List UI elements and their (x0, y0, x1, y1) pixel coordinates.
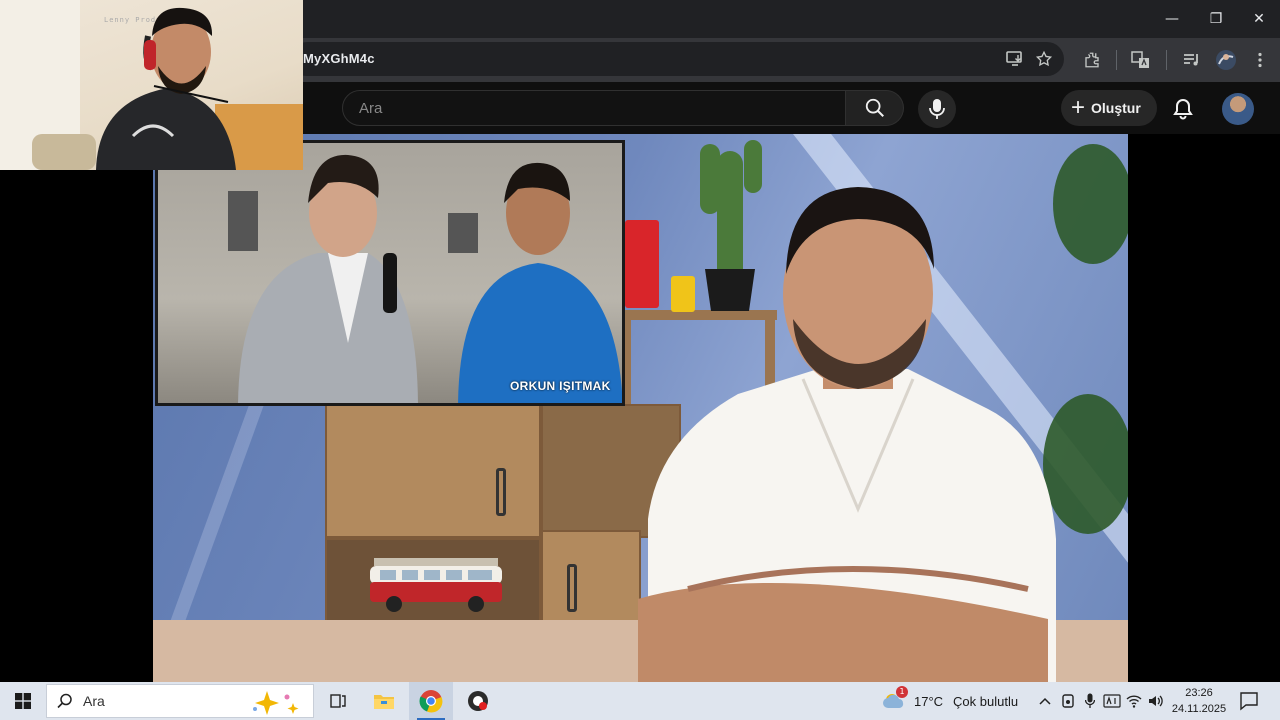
clock-time: 23:26 (1185, 687, 1213, 699)
cloud-weather-icon: 1 (882, 686, 908, 712)
taskbar-file-explorer[interactable] (362, 682, 406, 720)
streamer-person (96, 7, 236, 170)
create-button-label: Oluştur (1091, 100, 1141, 116)
cabinet-door (541, 530, 641, 630)
search-input[interactable] (359, 91, 829, 125)
cabinet-handle (496, 468, 506, 516)
tray-overflow-chevron-icon[interactable] (1035, 691, 1055, 711)
record-app-icon (468, 691, 488, 711)
weather-condition: Çok bulutlu (953, 693, 1019, 709)
host-person (638, 187, 1056, 682)
screen: — ❐ ✕ MyXGhM4c Ara + Oluştur ORKUN IŞITM… (0, 0, 1280, 720)
windows-taskbar: Ara 1 17°C Çok bulutlu 23:26 24.11.2025 (0, 682, 1280, 720)
interviewee-person (458, 162, 622, 403)
folder-icon (374, 695, 394, 709)
create-button[interactable]: + Oluştur (1061, 90, 1157, 126)
weather-temperature: 17°C (914, 693, 944, 709)
voice-search-button[interactable] (918, 90, 956, 128)
clock-date: 24.11.2025 (1171, 703, 1227, 715)
address-bar-url[interactable]: MyXGhM4c (303, 51, 375, 66)
weather-badge: 1 (896, 686, 908, 698)
account-avatar[interactable] (1222, 93, 1254, 125)
restore-button[interactable]: ❐ (1194, 0, 1238, 38)
notification-icon (1240, 692, 1258, 711)
taskbar-weather[interactable]: 1 17°C Çok bulutlu (882, 682, 1018, 720)
tray-wifi-icon[interactable] (1124, 691, 1144, 711)
tray-volume-icon[interactable] (1146, 691, 1166, 711)
search-button[interactable] (846, 90, 904, 126)
tray-microphone-icon[interactable] (1080, 691, 1100, 711)
menu-kebab-icon[interactable] (1246, 46, 1274, 74)
tray-language-icon[interactable] (1102, 691, 1122, 711)
tray-device-icon[interactable] (1058, 691, 1078, 711)
taskbar-chrome[interactable] (409, 682, 453, 720)
bell-icon (1173, 98, 1193, 120)
media-control-icon[interactable] (1178, 46, 1206, 74)
close-button[interactable]: ✕ (1237, 0, 1280, 38)
start-button[interactable] (0, 682, 46, 720)
toy-bus (370, 558, 502, 612)
cabinet-door (325, 404, 541, 538)
taskbar-search[interactable]: Ara (46, 684, 314, 718)
task-view-button[interactable] (316, 682, 360, 720)
plus-icon: + (1071, 94, 1086, 121)
install-app-icon[interactable] (1001, 45, 1029, 73)
translate-icon[interactable] (1127, 46, 1155, 74)
chrome-icon (419, 690, 443, 713)
task-view-icon (330, 694, 346, 708)
notification-center-button[interactable] (1238, 690, 1260, 712)
profile-avatar-icon[interactable] (1212, 46, 1240, 74)
interviewer-person (238, 154, 418, 403)
minimize-button[interactable]: — (1150, 0, 1194, 38)
inset-caption: ORKUN IŞITMAK (510, 379, 611, 393)
extensions-icon[interactable] (1078, 46, 1106, 74)
copilot-sparkle-icon (253, 691, 299, 715)
notifications-button[interactable] (1166, 92, 1200, 126)
taskbar-search-label: Ara (83, 693, 105, 709)
taskbar-clock[interactable]: 23:26 24.11.2025 (1166, 685, 1232, 717)
search-icon (57, 693, 72, 709)
address-bar[interactable]: MyXGhM4c (290, 42, 1064, 76)
search-box[interactable] (342, 90, 846, 126)
inset-video-clip: ORKUN IŞITMAK (155, 140, 625, 406)
windows-logo-icon (15, 693, 31, 709)
search-icon (865, 98, 884, 117)
bookmark-star-icon[interactable] (1030, 45, 1058, 73)
streamer-webcam: Lenny Producer.app (0, 0, 303, 170)
webcam-pillow (32, 134, 96, 170)
microphone-icon (929, 99, 945, 119)
cabinet-handle (567, 564, 577, 612)
taskbar-recording-app[interactable] (456, 682, 500, 720)
